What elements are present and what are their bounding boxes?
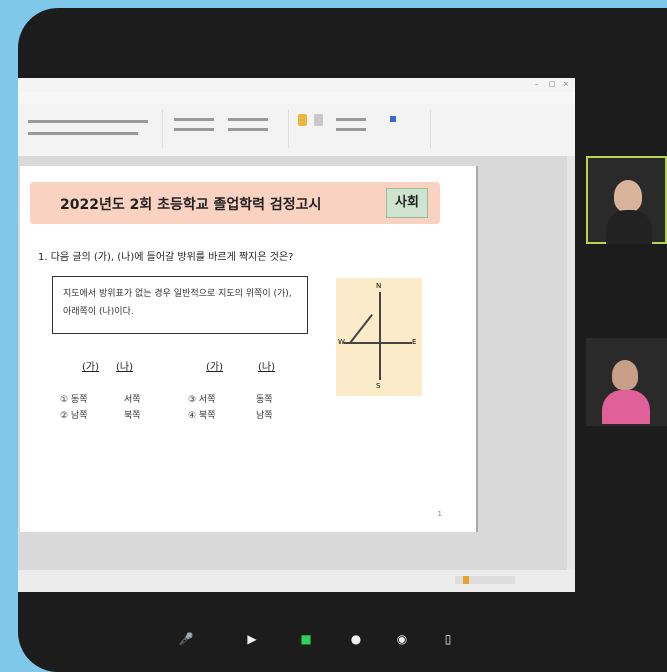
exam-banner: 2022년도 2회 초등학교 졸업학력 검정고시 사회 — [30, 182, 440, 224]
document-area: 2022년도 2회 초등학교 졸업학력 검정고시 사회 1. 다음 글의 (가)… — [18, 156, 575, 570]
page-number: 1 — [437, 510, 442, 518]
option-4-a: ④ 북쪽 — [188, 411, 216, 421]
mute-icon: 🎤 — [178, 632, 194, 646]
style-icon[interactable] — [298, 114, 307, 126]
shared-screen-document-window: – □ × 2022년도 2회 초등학교 졸업학력 검정고시 사회 1. 다음 … — [18, 78, 575, 592]
passage-box: 지도에서 방위표가 없는 경우 일반적으로 지도의 위쪽이 (가), 아래쪽이 … — [52, 276, 308, 334]
video-icon: ▶ — [247, 632, 257, 646]
option-1-b: 서쪽 — [124, 395, 141, 405]
question-line: 1. 다음 글의 (가), (나)에 들어갈 방위를 바르게 짝지은 것은? — [38, 248, 293, 263]
close-icon[interactable]: × — [563, 80, 569, 88]
meeting-toolbar: 🎤 ▶ ■ ● ◉ ▯ — [18, 624, 667, 672]
vertical-scrollbar[interactable] — [567, 156, 575, 570]
find-icon[interactable] — [390, 116, 396, 122]
option-header-ga-2: (가) — [206, 362, 224, 373]
document-titlebar: – □ × — [18, 78, 575, 92]
option-4-b: 남쪽 — [256, 411, 273, 421]
participant-tile-1[interactable] — [586, 156, 667, 244]
format-icon[interactable] — [314, 114, 323, 126]
option-3-b: 동쪽 — [256, 395, 273, 405]
document-ribbon — [18, 104, 575, 157]
option-2-b: 북쪽 — [124, 411, 141, 421]
participant-2-face — [612, 360, 638, 390]
compass-south: S — [376, 382, 381, 390]
toolbar-item-record[interactable]: ◉ — [390, 632, 414, 646]
record-icon: ◉ — [396, 632, 408, 646]
toolbar-item-share[interactable]: ■ — [294, 632, 318, 646]
option-header-na-1: (나) — [116, 362, 134, 373]
option-header-ga-1: (가) — [82, 362, 100, 373]
participant-1-face — [614, 180, 642, 212]
compass-north: N — [376, 282, 382, 290]
maximize-icon[interactable]: □ — [549, 80, 556, 88]
option-2-a: ② 남쪽 — [60, 411, 88, 421]
option-3-a: ③ 서쪽 — [188, 395, 216, 405]
compass-figure: N S W E — [336, 278, 422, 396]
option-header-na-2: (나) — [258, 362, 276, 373]
share-screen-icon: ■ — [300, 632, 312, 646]
toolbar-item-mute[interactable]: 🎤 — [174, 632, 198, 646]
toolbar-item-reactions[interactable]: ▯ — [436, 632, 460, 646]
exam-title: 2022년도 2회 초등학교 졸업학력 검정고시 — [60, 197, 322, 213]
question-number: 1. — [38, 252, 48, 263]
participant-2-body — [602, 390, 650, 424]
compass-diagonal-line — [349, 314, 373, 344]
toolbar-item-participants[interactable]: ● — [344, 632, 368, 646]
compass-east: E — [412, 338, 417, 346]
participant-1-body — [606, 210, 652, 244]
document-page: 2022년도 2회 초등학교 졸업학력 검정고시 사회 1. 다음 글의 (가)… — [20, 166, 478, 532]
subject-badge: 사회 — [386, 188, 428, 218]
participants-icon: ● — [350, 632, 362, 646]
reactions-icon: ▯ — [444, 632, 452, 646]
document-statusbar — [18, 570, 575, 592]
compass-vertical-line — [379, 292, 381, 380]
minimize-icon[interactable]: – — [535, 80, 539, 88]
ribbon-group-styles — [330, 110, 431, 148]
question-text: 다음 글의 (가), (나)에 들어갈 방위를 바르게 짝지은 것은? — [50, 252, 294, 263]
participant-tile-2[interactable] — [586, 338, 667, 426]
zoom-slider[interactable] — [455, 576, 515, 584]
toolbar-item-video[interactable]: ▶ — [240, 632, 264, 646]
option-1-a: ① 동쪽 — [60, 395, 88, 405]
ribbon-group-font — [22, 110, 163, 148]
meeting-window: – □ × 2022년도 2회 초등학교 졸업학력 검정고시 사회 1. 다음 … — [18, 8, 667, 672]
ribbon-group-paragraph — [168, 110, 289, 148]
document-menubar — [18, 92, 575, 104]
compass-horizontal-line — [344, 342, 412, 344]
